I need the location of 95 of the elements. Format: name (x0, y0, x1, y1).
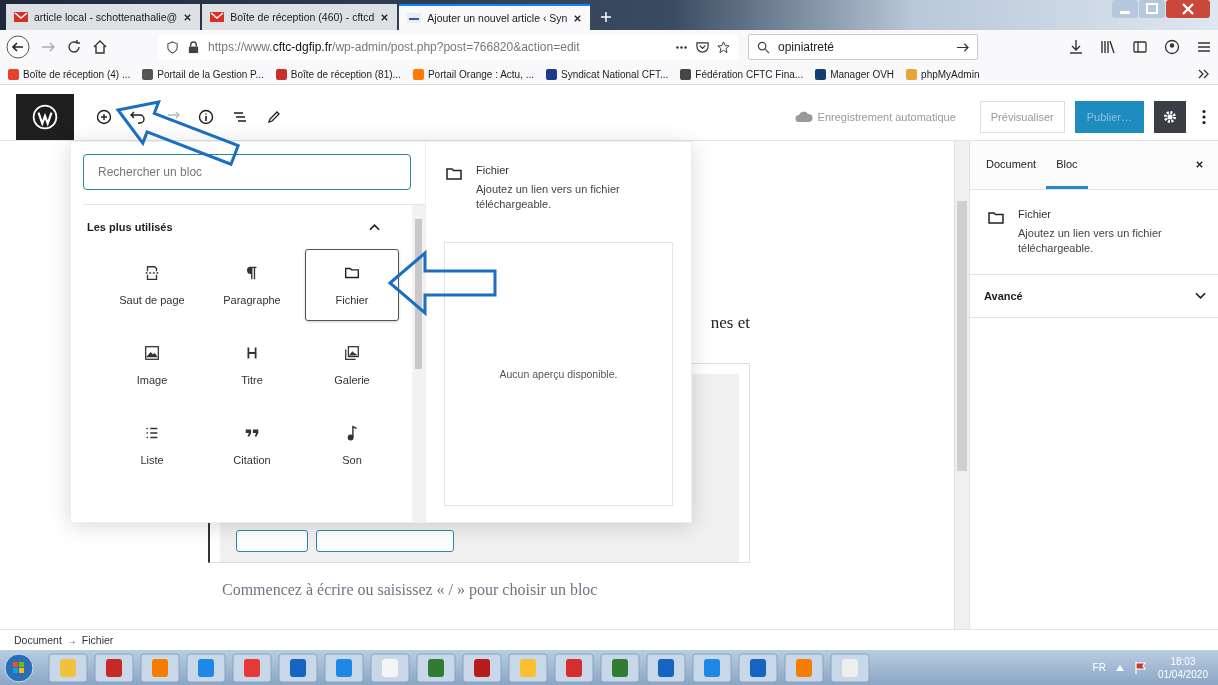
block-description: Ajoutez un lien vers un fichier téléchargeable. (1018, 226, 1163, 256)
bookmark[interactable]: phpMyAdmin (906, 68, 980, 80)
no-preview-text: Aucun aperçu disponible. (499, 367, 618, 380)
outline-list-icon[interactable] (232, 109, 248, 125)
taskbar-app-icon[interactable] (462, 652, 502, 683)
chevron-down-icon (1195, 291, 1206, 300)
wordpress-icon (32, 104, 58, 130)
reload-icon[interactable] (66, 39, 82, 55)
new-tab-icon[interactable] (600, 11, 613, 23)
bookmark[interactable]: Syndicat National CFT... (546, 68, 669, 80)
block-item[interactable]: Paragraphe (205, 249, 299, 321)
search-icon (757, 40, 770, 54)
taskbar-app-icon[interactable] (554, 652, 594, 683)
home-icon[interactable] (92, 39, 108, 55)
block-item[interactable]: Image (105, 329, 199, 401)
wordpress-logo[interactable] (16, 94, 74, 140)
taskbar-app-icon[interactable] (738, 652, 778, 683)
breadcrumb-link[interactable]: Document (14, 634, 62, 646)
undo-icon[interactable] (130, 109, 146, 125)
gallery-icon (343, 344, 361, 362)
taskbar-app-icon[interactable] (416, 652, 456, 683)
taskbar-app-icon[interactable] (278, 652, 318, 683)
browser-tab[interactable]: Boîte de réception (460) - cftcd (202, 4, 398, 30)
menu-icon[interactable] (1196, 39, 1212, 55)
block-title: Fichier (476, 164, 510, 176)
start-button-icon[interactable] (4, 652, 34, 683)
download-icon[interactable] (1068, 39, 1084, 55)
block-description: Ajoutez un lien vers un fichier téléchargeable. (476, 182, 621, 212)
browser-tab[interactable]: article local - schottenathalie@ (6, 4, 201, 30)
flag-icon[interactable] (1133, 660, 1148, 675)
block-item[interactable]: Liste (105, 409, 199, 481)
bookmark[interactable]: Boîte de réception (4) ... (8, 68, 131, 80)
block-title: Fichier (1018, 208, 1052, 220)
breadcrumb-link[interactable]: Fichier (81, 634, 114, 646)
settings-button[interactable] (1154, 101, 1186, 133)
search-field[interactable]: opiniatreté (748, 34, 978, 60)
sidebar-tab[interactable]: Document (976, 141, 1047, 189)
block-item[interactable]: Son (305, 409, 399, 481)
paragraph-text: nes et (709, 313, 750, 333)
info-icon[interactable] (198, 109, 214, 125)
hidden-button[interactable] (316, 530, 454, 552)
add-block-icon[interactable] (96, 109, 112, 125)
close-icon[interactable] (1195, 160, 1204, 169)
taskbar-app-icon[interactable] (94, 652, 134, 683)
mail-icon (210, 12, 225, 22)
browser-tab[interactable]: Ajouter un nouvel article ‹ Syn (399, 4, 591, 30)
taskbar-app-icon[interactable] (600, 652, 640, 683)
star-icon[interactable] (717, 40, 730, 54)
block-item[interactable]: Citation (205, 409, 299, 481)
cloud-icon (794, 111, 813, 123)
image-icon (143, 344, 161, 362)
taskbar-app-icon[interactable] (186, 652, 226, 683)
mail-icon (14, 12, 28, 22)
scrollbar[interactable] (954, 141, 969, 629)
close-icon[interactable] (183, 12, 193, 22)
block-item[interactable]: Saut de page (105, 249, 199, 321)
bookmark[interactable]: Boîte de réception (81)... (275, 68, 401, 80)
breadcrumb-separator: → (66, 634, 77, 646)
site-logo-icon (407, 13, 422, 23)
taskbar-app-icon[interactable] (692, 652, 732, 683)
account-icon[interactable] (1164, 39, 1180, 55)
close-icon[interactable] (380, 12, 390, 22)
chevron-up-icon (369, 223, 380, 231)
block-item[interactable]: Galerie (305, 329, 399, 401)
more-options-icon[interactable] (1202, 109, 1206, 125)
back-icon[interactable] (6, 35, 30, 59)
block-search-field[interactable]: Rechercher un bloc (83, 154, 411, 190)
bookmark[interactable]: Fédération CFTC Fina... (680, 68, 804, 80)
close-icon[interactable] (573, 13, 583, 23)
taskbar-app-icon[interactable] (324, 652, 364, 683)
settings-icon (1162, 109, 1178, 125)
shield-icon (166, 40, 179, 54)
taskbar-app-icon[interactable] (232, 652, 272, 683)
bookmark[interactable]: Portail Orange : Actu, ... (412, 68, 535, 80)
hidden-button[interactable] (236, 530, 308, 552)
lock-icon (187, 40, 200, 54)
sidebar-icon[interactable] (1132, 39, 1148, 55)
block-item[interactable]: Titre (205, 329, 299, 401)
pocket-icon[interactable] (696, 40, 709, 54)
url-text: https://www.cftc-dgfip.fr/wp-admin/post.php?post=766820&action=edit (208, 40, 581, 54)
scrollbar[interactable] (412, 205, 425, 522)
section-toggle[interactable]: Les plus utilisés (87, 205, 404, 249)
panel-toggle[interactable]: Avancé (970, 274, 1218, 318)
address-bar[interactable]: https://www.cftc-dgfip.fr/wp-admin/post.php?post=766820&action=edit (158, 34, 738, 60)
chevron-double-right-icon[interactable] (1198, 69, 1210, 79)
block-placeholder-text[interactable]: Commencez à écrire ou saisissez « / » pour choisir un bloc (222, 581, 750, 599)
library-icon[interactable] (1100, 39, 1116, 55)
bookmark[interactable]: Manager OVH (815, 68, 895, 80)
block-item[interactable]: Fichier (305, 249, 399, 321)
page-break-icon (143, 264, 161, 282)
sidebar-tab[interactable]: Bloc (1046, 141, 1088, 189)
pencil-icon[interactable] (266, 109, 282, 125)
bookmark[interactable]: Portail de la Gestion P... (142, 68, 264, 80)
autosave-status: Enregistrement automatique (794, 111, 956, 123)
taskbar-app-icon[interactable] (646, 652, 686, 683)
